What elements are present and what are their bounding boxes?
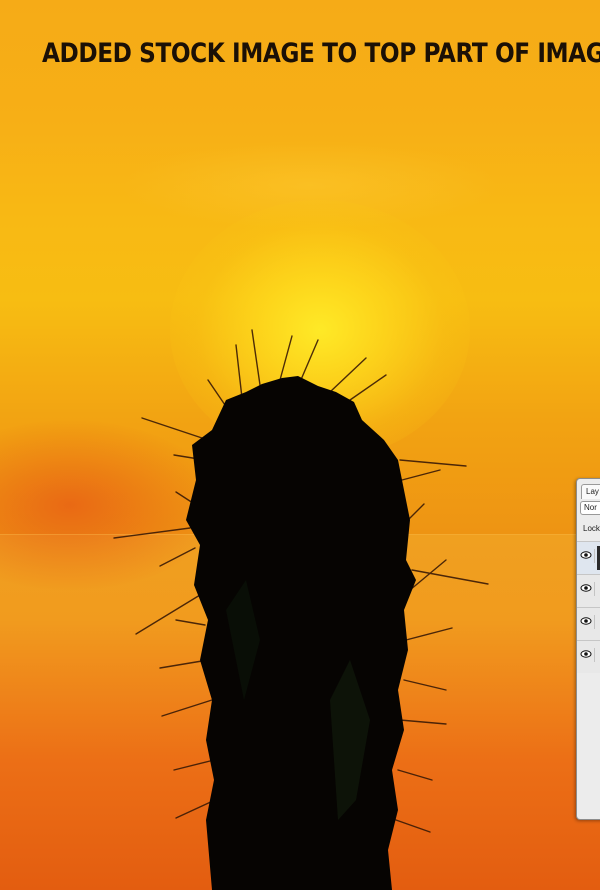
layer-row[interactable] (577, 574, 600, 607)
eye-icon[interactable] (580, 648, 595, 662)
cactus-silhouette (113, 329, 489, 890)
layer-row[interactable] (577, 607, 600, 640)
layer-row[interactable] (577, 640, 600, 673)
cactus-body (186, 376, 416, 890)
photo-canvas: ADDED STOCK IMAGE TO TOP PART OF IMAGE L… (0, 0, 600, 890)
eye-icon[interactable] (580, 549, 595, 563)
blend-mode-select[interactable]: Nor (580, 501, 600, 515)
eye-icon[interactable] (580, 582, 595, 596)
layers-panel[interactable]: Lay Nor Lock (576, 478, 600, 820)
layers-tab[interactable]: Lay (581, 484, 600, 499)
eye-icon[interactable] (580, 615, 595, 629)
lock-label: Lock (583, 524, 600, 533)
layer-row[interactable] (577, 541, 600, 574)
